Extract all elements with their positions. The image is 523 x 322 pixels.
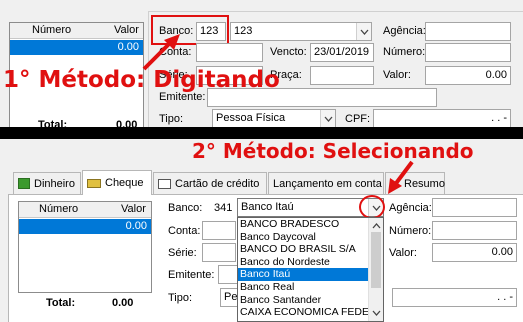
tab-label: Dinheiro — [34, 177, 75, 190]
numero-label: Número: — [389, 225, 432, 237]
emitente-label: Emitente: — [168, 269, 215, 281]
tipo-label: Tipo: — [159, 113, 184, 125]
arrow-annotation-2 — [388, 160, 414, 194]
dropdown-option[interactable]: CAIXA ECONOMICA FEDERAL — [238, 306, 368, 319]
serie-label: Série: — [168, 247, 197, 259]
scroll-thumb[interactable] — [371, 232, 381, 288]
banco-label: Banco: — [168, 202, 203, 214]
chevron-down-icon[interactable] — [356, 23, 371, 40]
dropdown-option-selected[interactable]: Banco Itaú — [238, 268, 368, 281]
valor-label: Valor: — [383, 69, 411, 81]
cpf-label: CPF: — [345, 113, 371, 125]
banco-name-value: Banco Itaú — [241, 201, 294, 213]
banco-name-combo[interactable]: 123 — [230, 22, 372, 41]
grid-header-numero: Número — [39, 203, 79, 215]
cpf-input[interactable]: . . - — [392, 288, 517, 307]
dropdown-option[interactable]: Banco do Nordeste — [238, 256, 368, 269]
method2-annotation: 2° Método: Selecionando — [192, 139, 474, 163]
banco-code-value[interactable]: 341 — [214, 202, 232, 214]
bank-dropdown-list[interactable]: BANCO BRADESCO Banco Daycoval BANCO DO B… — [237, 217, 384, 322]
grid-header: Número Valor — [19, 202, 151, 218]
credit-card-icon — [158, 178, 171, 189]
agencia-input[interactable] — [425, 22, 511, 41]
emitente-input[interactable] — [218, 265, 238, 284]
vencto-input[interactable]: 23/01/2019 — [310, 43, 374, 62]
vencto-label: Vencto: — [270, 46, 307, 58]
table-row[interactable]: 0.00 — [10, 40, 143, 55]
money-icon — [18, 178, 30, 189]
conta-input[interactable] — [196, 43, 263, 62]
conta-label: Conta: — [168, 225, 201, 237]
conta-input[interactable] — [202, 221, 236, 240]
banco-name-value: 123 — [234, 25, 253, 37]
tipo-value: Pessoa Física — [216, 112, 286, 124]
grid-header-valor: Valor — [121, 203, 146, 215]
dropdown-option[interactable]: BANCO DO BRASIL S/A — [238, 243, 368, 256]
tipo-label: Tipo: — [168, 292, 193, 304]
chevron-up-icon[interactable] — [372, 220, 381, 232]
numero-input[interactable] — [432, 221, 517, 240]
tab-cheque[interactable]: Cheque — [82, 170, 152, 195]
grid-header-valor: Valor — [114, 24, 139, 36]
dropdown-option[interactable]: Banco Daycoval — [238, 231, 368, 244]
serie-input[interactable] — [202, 243, 236, 262]
agencia-input[interactable] — [432, 198, 517, 217]
grid-header-numero: Número — [32, 24, 72, 36]
divider-bar — [0, 127, 523, 139]
arrow-annotation-1 — [142, 34, 180, 71]
cpf-input[interactable]: . . - — [373, 109, 511, 128]
tab-label: Cheque — [105, 177, 144, 189]
praca-input[interactable] — [310, 66, 374, 85]
tipo-combo[interactable]: Pessoa Física — [212, 109, 336, 128]
tab-label: Lançamento em conta — [273, 177, 382, 190]
cheque-icon — [87, 178, 101, 188]
table-row[interactable]: 0.00 — [19, 219, 151, 234]
valor-label: Valor: — [389, 247, 417, 259]
agencia-label: Agência: — [389, 202, 432, 214]
total-label: Total: — [46, 297, 76, 309]
dropdown-option[interactable]: BANCO BRADESCO — [238, 218, 368, 231]
tab-dinheiro[interactable]: Dinheiro — [13, 172, 81, 194]
method1-annotation: 1° Método: Digitando — [3, 67, 280, 93]
dropdown-option[interactable]: Banco Santander — [238, 294, 368, 307]
valor-input[interactable]: 0.00 — [425, 66, 511, 85]
row-valor: 0.00 — [125, 220, 147, 232]
dropdown-scrollbar[interactable] — [368, 218, 383, 321]
tab-lancamento-conta[interactable]: Lançamento em conta — [268, 172, 384, 194]
numero-input[interactable] — [425, 43, 511, 62]
total-value: 0.00 — [112, 297, 134, 309]
row-valor: 0.00 — [117, 41, 139, 53]
chevron-down-icon[interactable] — [372, 307, 381, 319]
numero-label: Número: — [383, 46, 426, 58]
chevron-down-icon[interactable] — [320, 110, 335, 127]
valor-input[interactable]: 0.00 — [432, 243, 517, 262]
tab-label: Cartão de crédito — [175, 177, 260, 190]
tab-cartao-credito[interactable]: Cartão de crédito — [153, 172, 267, 194]
grid-header: Número Valor — [10, 23, 143, 39]
dropdown-option[interactable]: Banco Real — [238, 281, 368, 294]
circle-annotation — [359, 195, 385, 219]
bottom-cheque-grid[interactable]: Número Valor 0.00 — [18, 201, 152, 293]
agencia-label: Agência: — [383, 25, 426, 37]
